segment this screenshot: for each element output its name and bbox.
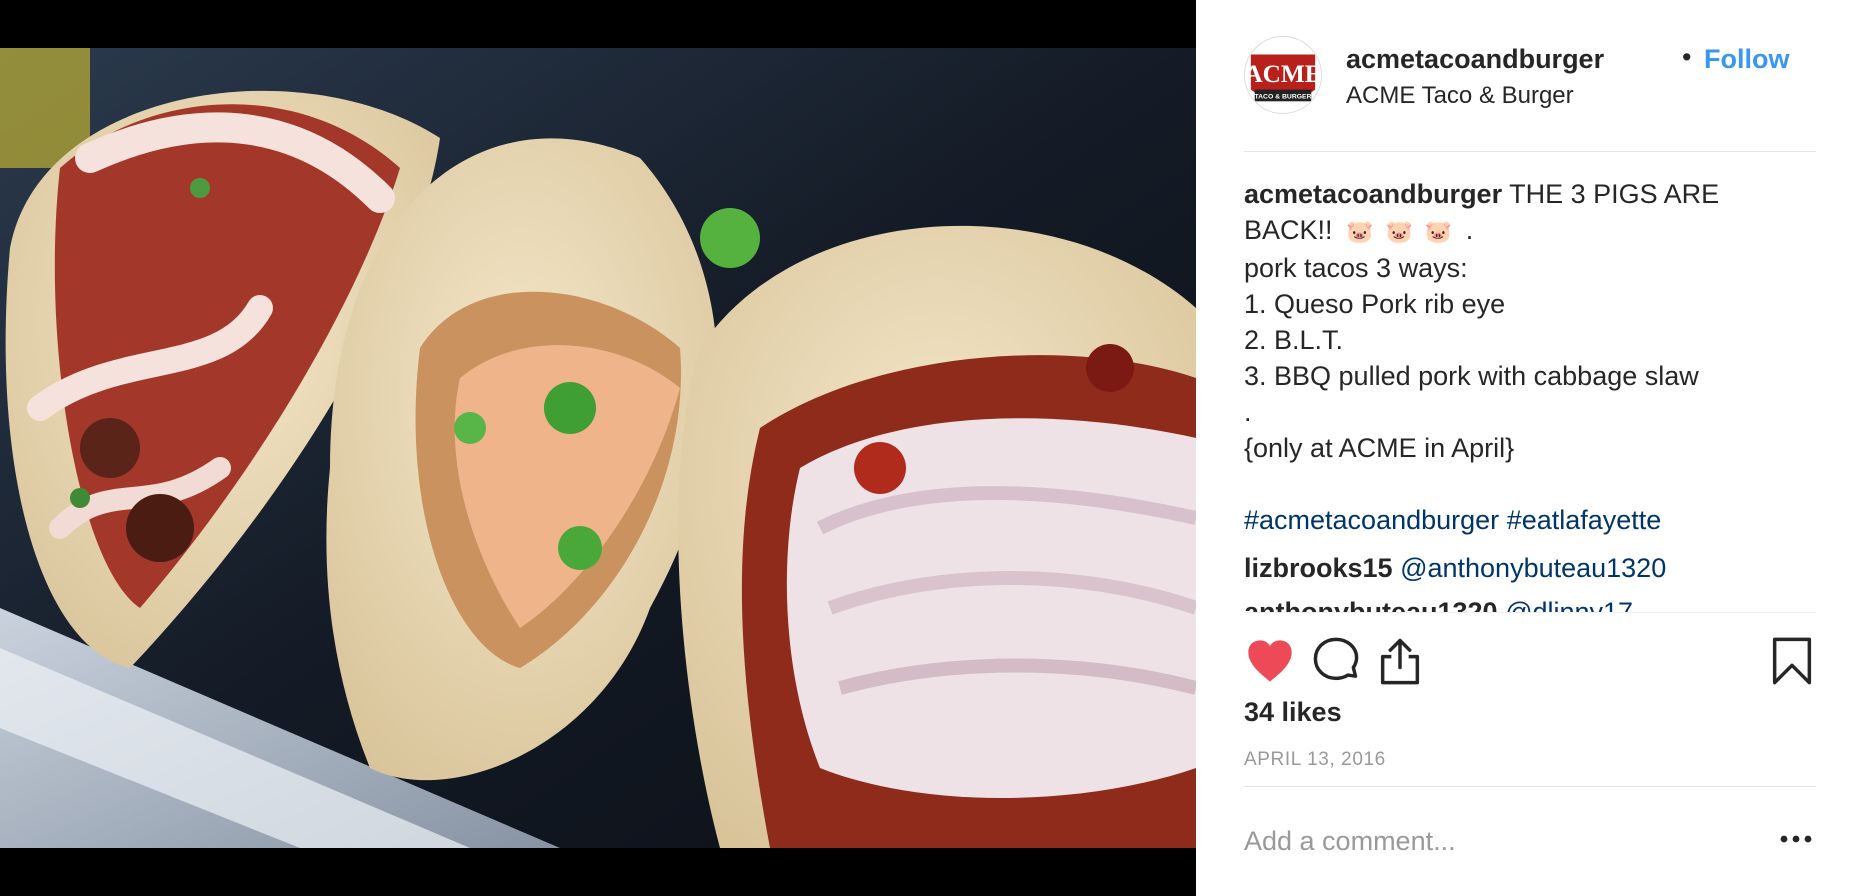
caption-line-7: .: [1244, 397, 1252, 427]
photo-panel: [0, 0, 1196, 896]
acme-logo-icon: ACME TACO & BURGER: [1245, 37, 1321, 113]
pig-emoji-icon: 🐷: [1385, 219, 1413, 244]
share-button[interactable]: [1374, 635, 1426, 687]
comment-mention[interactable]: @anthonybuteau1320: [1400, 553, 1666, 583]
post-panel: ACME TACO & BURGER acmetacoandburger • F…: [1196, 0, 1864, 896]
taco-photo-illustration: [0, 48, 1196, 848]
caption-hashtags: #acmetacoandburger #eatlafayette: [1244, 502, 1816, 538]
actions-section: 34 likes APRIL 13, 2016: [1244, 612, 1816, 788]
comment-button[interactable]: [1310, 635, 1362, 687]
caption-line-2: BACK!!: [1244, 215, 1333, 245]
save-button[interactable]: [1766, 635, 1818, 687]
post-header: ACME TACO & BURGER acmetacoandburger • F…: [1244, 36, 1816, 152]
avatar-text: ACME: [1245, 60, 1321, 88]
comment-username[interactable]: anthonybuteau1320: [1244, 597, 1498, 612]
like-button[interactable]: [1244, 635, 1296, 687]
post-photo[interactable]: [0, 48, 1196, 848]
avatar-subtext: TACO & BURGER: [1254, 93, 1311, 100]
header-username[interactable]: acmetacoandburger: [1346, 44, 1604, 75]
caption-line-3: pork tacos 3 ways:: [1244, 253, 1468, 283]
header-separator: •: [1682, 42, 1692, 72]
avatar[interactable]: ACME TACO & BURGER: [1244, 36, 1322, 114]
hashtag-link[interactable]: #acmetacoandburger: [1244, 505, 1499, 535]
comment-username[interactable]: lizbrooks15: [1244, 553, 1393, 583]
comment-icon: [1313, 637, 1359, 681]
header-full-name: ACME Taco & Burger: [1346, 82, 1574, 109]
caption-line-4: 1. Queso Pork rib eye: [1244, 289, 1506, 319]
likes-count[interactable]: 34 likes: [1244, 697, 1342, 728]
caption-line-6: 3. BBQ pulled pork with cabbage slaw: [1244, 361, 1699, 391]
comment-mention[interactable]: @dlinny17: [1505, 597, 1633, 612]
caption-line-1: THE 3 PIGS ARE: [1509, 179, 1720, 209]
caption: acmetacoandburger THE 3 PIGS ARE BACK!! …: [1244, 176, 1816, 538]
post-date[interactable]: APRIL 13, 2016: [1244, 749, 1386, 771]
bookmark-icon: [1772, 637, 1812, 685]
share-icon: [1380, 638, 1420, 685]
comment-input[interactable]: [1244, 821, 1744, 861]
comment-row: anthonybuteau1320 @dlinny17: [1244, 594, 1816, 612]
hashtag-link[interactable]: #eatlafayette: [1507, 505, 1662, 535]
comment-row: lizbrooks15 @anthonybuteau1320: [1244, 550, 1816, 586]
caption-line-2-end: .: [1465, 215, 1474, 245]
pig-emoji-icon: 🐷: [1346, 219, 1374, 244]
instagram-post-page: ACME TACO & BURGER acmetacoandburger • F…: [0, 0, 1864, 896]
caption-line-8: {only at ACME in April}: [1244, 433, 1515, 463]
pig-emoji-icon: 🐷: [1424, 219, 1453, 244]
caption-line-5: 2. B.L.T.: [1244, 325, 1344, 355]
more-options-button[interactable]: [1778, 827, 1814, 851]
caption-username[interactable]: acmetacoandburger: [1244, 179, 1502, 209]
follow-button[interactable]: Follow: [1704, 44, 1789, 75]
add-comment-section: [1244, 786, 1816, 896]
comments-section[interactable]: acmetacoandburger THE 3 PIGS ARE BACK!! …: [1244, 160, 1816, 612]
heart-icon: [1248, 640, 1292, 682]
more-options-icon: [1780, 835, 1812, 843]
